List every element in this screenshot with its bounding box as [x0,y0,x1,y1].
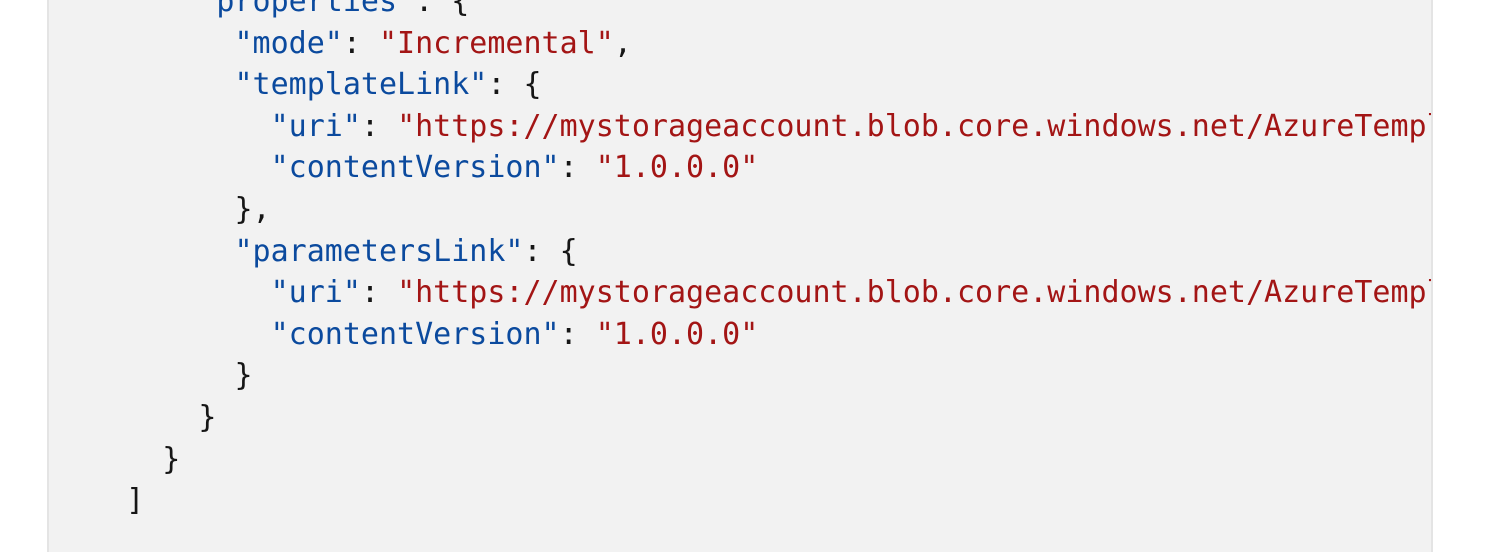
json-key: "contentVersion" [270,150,560,186]
code-content: "properties": { "mode": "Incremental", "… [90,0,1433,522]
json-key: "contentVersion" [270,316,560,352]
code-line: "uri": "https://mystorageaccount.blob.co… [90,272,1433,314]
json-punctuation: ] [126,483,145,519]
code-line: } [90,439,1431,481]
code-line: "parametersLink": { [90,231,1431,273]
code-line: "templateLink": { [90,64,1431,106]
code-line: "mode": "Incremental", [90,23,1431,65]
json-punctuation: } [198,399,217,435]
json-punctuation: : [559,316,596,352]
json-punctuation: , [613,25,632,61]
json-punctuation: : [360,108,398,144]
json-string: "1.0.0.0" [595,316,759,352]
json-punctuation: : { [415,0,470,19]
json-key: "properties" [198,0,416,19]
json-string: "1.0.0.0" [595,150,759,186]
json-string: "https://mystorageaccount.blob.core.wind… [397,275,1433,311]
json-key: "parametersLink" [234,233,524,269]
code-line: } [90,397,1431,439]
code-line: "uri": "https://mystorageaccount.blob.co… [90,106,1433,148]
code-line: "contentVersion": "1.0.0.0" [90,147,1431,189]
json-string: "https://mystorageaccount.blob.core.wind… [397,108,1433,144]
json-punctuation: : [342,25,379,61]
code-line: "properties": { [90,0,1431,23]
code-block: "properties": { "mode": "Incremental", "… [47,0,1433,552]
json-punctuation: : { [523,233,578,269]
json-punctuation: } [162,441,181,477]
json-key: "mode" [234,25,343,61]
json-punctuation: : { [487,67,542,103]
json-punctuation: : [360,275,398,311]
json-punctuation: }, [234,191,271,227]
code-line: "contentVersion": "1.0.0.0" [90,314,1431,356]
json-string: "Incremental" [379,25,614,61]
json-key: "uri" [270,275,361,311]
json-punctuation: : [559,150,596,186]
json-key: "uri" [270,108,361,144]
code-line: } [90,355,1431,397]
json-punctuation: } [234,358,253,394]
json-key: "templateLink" [234,67,488,103]
code-line: }, [90,189,1431,231]
code-line: ] [90,480,1431,522]
